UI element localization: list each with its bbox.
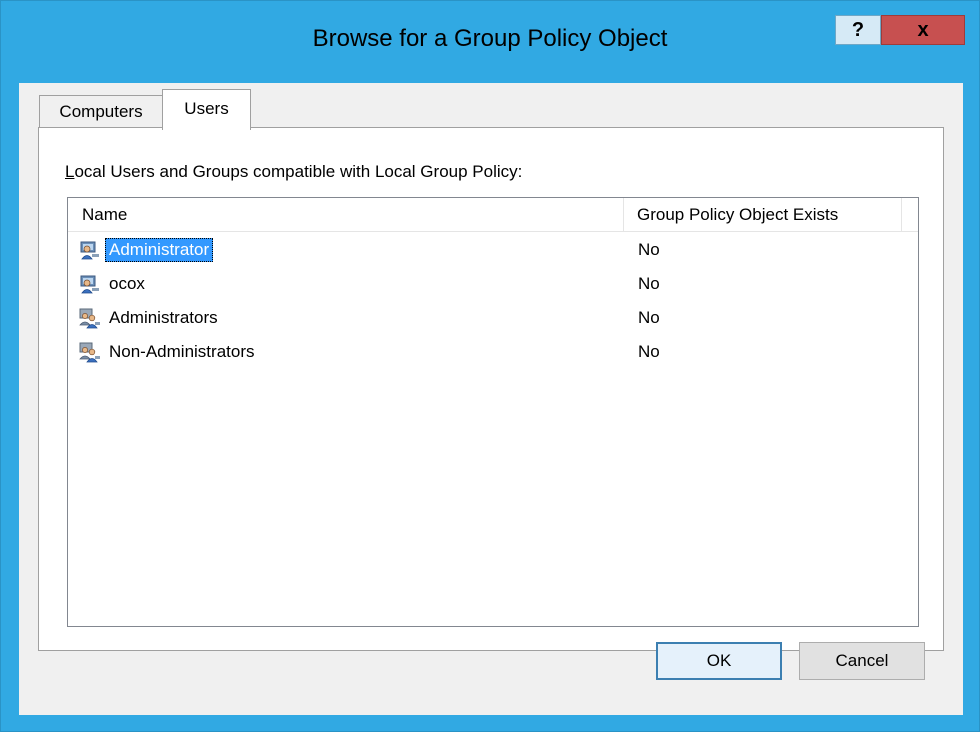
column-header-gpo-exists[interactable]: Group Policy Object Exists	[624, 198, 902, 231]
item-gpo-exists: No	[638, 342, 660, 361]
list-item-administrators[interactable]: Administrators No	[68, 301, 918, 335]
list-header: Name Group Policy Object Exists	[68, 198, 918, 232]
dialog-window: Browse for a Group Policy Object ? x Com…	[0, 0, 980, 732]
cancel-button[interactable]: Cancel	[799, 642, 925, 680]
item-gpo-exists: No	[638, 274, 660, 293]
user-icon	[80, 241, 99, 260]
help-button[interactable]: ?	[835, 15, 881, 45]
users-tab-panel: Local Users and Groups compatible with L…	[38, 127, 944, 651]
tab-computers[interactable]: Computers	[39, 95, 163, 127]
label-rest: ocal Users and Groups compatible with Lo…	[74, 162, 523, 181]
list-item-administrator[interactable]: Administrator No	[68, 233, 918, 267]
panel-label: Local Users and Groups compatible with L…	[65, 162, 522, 182]
item-name: Non-Administrators	[109, 342, 255, 361]
group-icon	[79, 342, 100, 363]
close-button[interactable]: x	[881, 15, 965, 45]
users-list-view[interactable]: Name Group Policy Object Exists Administ…	[67, 197, 919, 627]
item-gpo-exists: No	[638, 240, 660, 259]
title-bar[interactable]: Browse for a Group Policy Object ? x	[1, 1, 979, 83]
item-gpo-exists: No	[638, 308, 660, 327]
item-name: Administrator	[105, 238, 214, 262]
window-title: Browse for a Group Policy Object	[312, 25, 668, 52]
column-header-name[interactable]: Name	[68, 198, 624, 231]
list-item-ocox[interactable]: ocox No	[68, 267, 918, 301]
dialog-client-area: Computers Users Local Users and Groups c…	[19, 83, 963, 715]
tab-users[interactable]: Users	[162, 89, 251, 130]
list-item-non-administrators[interactable]: Non-Administrators No	[68, 335, 918, 369]
ok-button[interactable]: OK	[656, 642, 782, 680]
item-name: ocox	[109, 274, 145, 293]
user-icon	[80, 275, 99, 294]
item-name: Administrators	[109, 308, 218, 327]
group-icon	[79, 308, 100, 329]
